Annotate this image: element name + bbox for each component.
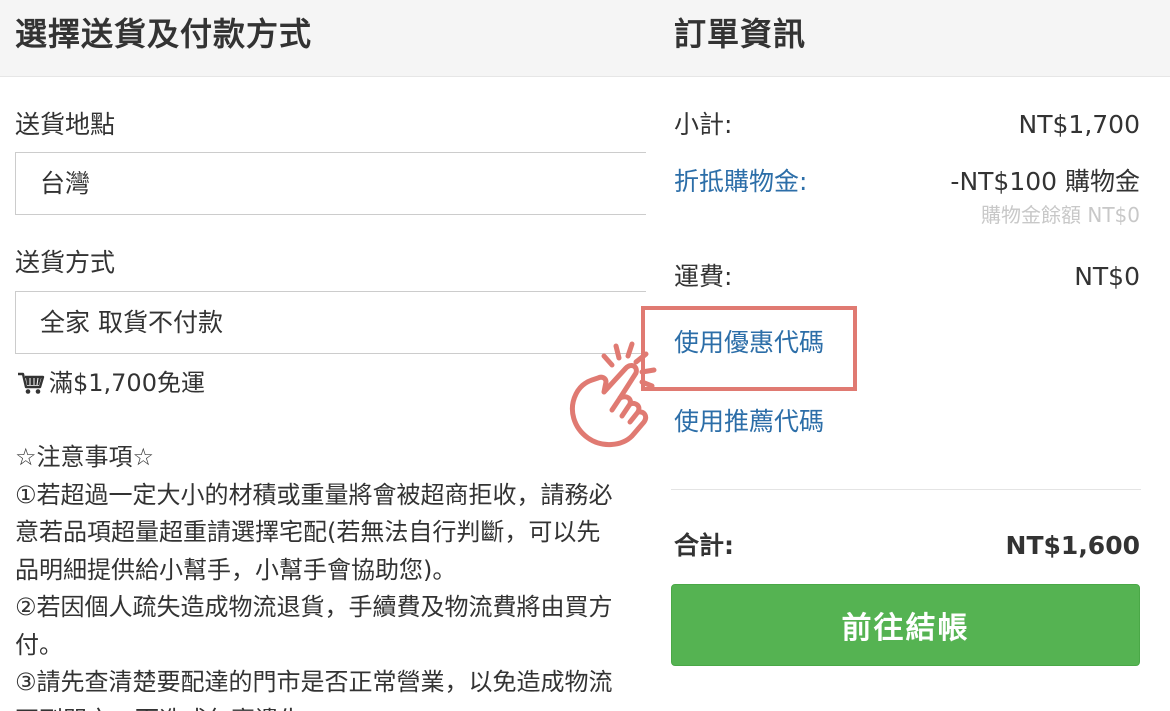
shipping-fee-label: 運費: (674, 262, 733, 291)
delivery-location-select[interactable]: 台灣 (15, 152, 646, 215)
subtotal-label: 小計: (674, 110, 733, 139)
notes-line: ①若超過一定大小的材積或重量將會被超商拒收，請務必 (15, 480, 613, 509)
shipping-fee-value: NT$0 (1074, 262, 1140, 291)
delivery-method-label: 送貨方式 (15, 248, 116, 277)
referral-code-link[interactable]: 使用推薦代碼 (674, 404, 824, 440)
delivery-location-label: 送貨地點 (15, 110, 116, 139)
pointing-hand-icon (570, 341, 657, 447)
total-label: 合計: (674, 531, 734, 560)
credit-value: -NT$100 購物金 (950, 167, 1140, 196)
free-shipping-text: 滿$1,700免運 (49, 369, 205, 397)
subtotal-value: NT$1,700 (1018, 110, 1140, 139)
notes-section: ☆注意事項☆ ①若超過一定大小的材積或重量將會被超商拒收，請務必 意若品項超量超… (15, 439, 646, 711)
shipping-payment-panel: 送貨地點 台灣 送貨方式 全家 取貨不付款 滿$1,700免運 ☆注意事項☆ ①… (0, 77, 646, 711)
delivery-method-select[interactable]: 全家 取貨不付款 (15, 291, 646, 354)
total-value: NT$1,600 (1005, 531, 1140, 560)
divider (671, 489, 1141, 490)
cart-icon (18, 372, 45, 394)
credit-balance: 購物金餘額 NT$0 (981, 203, 1140, 227)
notes-line: 付。 (15, 630, 63, 659)
shipping-payment-title: 選擇送貨及付款方式 (15, 15, 313, 53)
notes-line: 不到門市，而造成包裹遺失。 (15, 702, 646, 711)
notes-line: ②若因個人疏失造成物流退貨，手續費及物流費將由買方 (15, 593, 613, 621)
notes-line: ③請先查清楚要配達的門市是否正常營業，以免造成物流 (15, 668, 613, 696)
notes-line: 意若品項超量超重請選擇宅配(若無法自行判斷，可以先 (15, 518, 601, 546)
checkout-button[interactable]: 前往結帳 (671, 584, 1140, 666)
notes-line: ☆注意事項☆ (15, 443, 155, 471)
order-info-panel: 小計: NT$1,700 折抵購物金: -NT$100 購物金 購物金餘額 NT… (646, 77, 1170, 711)
credit-link[interactable]: 折抵購物金: (674, 164, 807, 200)
order-info-title: 訂單資訊 (674, 15, 807, 53)
header-bar: 選擇送貨及付款方式 訂單資訊 (0, 0, 1170, 77)
notes-line: 品明細提供給小幫手，小幫手會協助您)。 (15, 555, 457, 584)
free-shipping-note: 滿$1,700免運 (17, 365, 205, 401)
highlight-box (641, 306, 857, 391)
